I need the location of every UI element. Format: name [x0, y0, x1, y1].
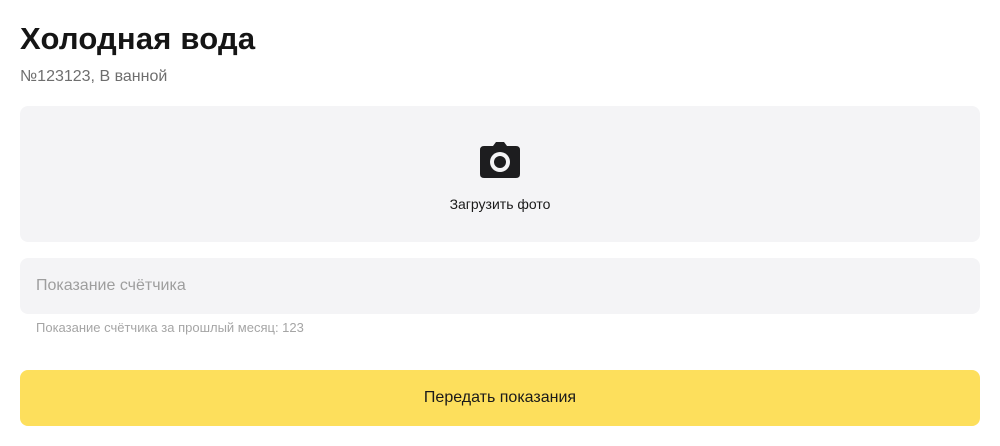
meter-reading-field[interactable] [20, 258, 980, 314]
previous-reading-hint: Показание счётчика за прошлый месяц: 123 [36, 320, 304, 335]
meter-reading-input[interactable] [20, 258, 980, 314]
meter-subtitle: №123123, В ванной [20, 68, 168, 85]
camera-icon [480, 142, 520, 178]
upload-photo-area[interactable]: Загрузить фото [20, 106, 980, 242]
page-title: Холодная вода [20, 21, 256, 56]
meter-reading-page: Холодная вода №123123, В ванной Загрузит… [0, 0, 1000, 446]
upload-photo-label: Загрузить фото [449, 196, 551, 212]
submit-readings-button[interactable]: Передать показания [20, 370, 980, 426]
